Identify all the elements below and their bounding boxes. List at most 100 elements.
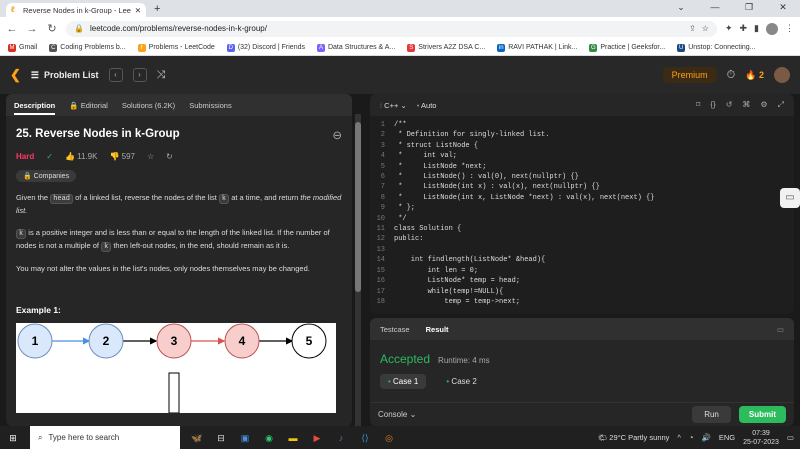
file-explorer-icon[interactable]: ▬ xyxy=(286,431,300,445)
prev-problem-button[interactable]: ‹ xyxy=(108,68,123,82)
submit-button[interactable]: Submit xyxy=(738,406,786,423)
minimize-icon[interactable]: — xyxy=(698,0,732,14)
bookmark-icon[interactable]: ⌑ xyxy=(696,100,700,110)
bookmark-coding-problems[interactable]: C Coding Problems b... xyxy=(49,43,126,52)
line-code: * ListNode(int x, ListNode *next) : val(… xyxy=(394,193,655,202)
tab-testcase[interactable]: Testcase xyxy=(380,325,410,334)
clock-time: 07:39 xyxy=(752,429,770,437)
tab-description[interactable]: Description xyxy=(14,96,56,115)
like-button[interactable]: 👍 11.9K xyxy=(65,152,98,161)
braces-icon[interactable]: {} xyxy=(710,100,715,110)
bookmark-strivers[interactable]: S Strivers A2Z DSA C... xyxy=(407,43,485,52)
streak-count: 2 xyxy=(758,69,764,80)
code-line: 13 xyxy=(370,245,794,255)
music-icon[interactable]: ♪ xyxy=(334,431,348,445)
expand-icon[interactable]: ⤢ xyxy=(778,100,784,110)
bookmark-discord[interactable]: D (32) Discord | Friends xyxy=(226,43,305,52)
companies-label: Companies xyxy=(33,173,70,180)
tab-submissions[interactable]: Submissions xyxy=(189,101,232,110)
browser-tab-strip: ℓ Reverse Nodes in k-Group - Leet ✕ + ⌄ … xyxy=(0,0,800,17)
new-tab-icon[interactable]: + xyxy=(154,3,160,15)
language-indicator[interactable]: ENG xyxy=(719,433,735,442)
likes-count: 11.9K xyxy=(77,152,98,161)
youtube-icon[interactable]: ▶ xyxy=(310,431,324,445)
problem-list-button[interactable]: ☰ Problem List xyxy=(31,70,99,81)
case-1-tab[interactable]: • Case 1 xyxy=(380,374,427,389)
browser-tab[interactable]: ℓ Reverse Nodes in k-Group - Leet ✕ xyxy=(6,3,146,17)
menu-icon[interactable]: ⋮ xyxy=(785,23,794,34)
user-avatar[interactable] xyxy=(774,67,790,83)
bookmark-geeksforgeeks[interactable]: G Practice | Geeksfor... xyxy=(589,43,665,52)
puzzle-icon[interactable]: ✚ xyxy=(740,23,748,34)
clock[interactable]: 07:39 25-07-2023 xyxy=(743,429,779,447)
taskbar-search[interactable]: ⌕ Type here to search xyxy=(30,426,180,449)
problem-description: Given the head of a linked list, reverse… xyxy=(16,192,342,275)
line-number: 15 xyxy=(376,266,385,275)
reset-icon[interactable]: ↺ xyxy=(726,100,733,110)
restore-icon[interactable]: ❐ xyxy=(732,0,766,14)
task-view-icon[interactable]: ⊟ xyxy=(214,431,228,445)
star-icon[interactable]: ☆ xyxy=(702,24,709,33)
companies-button[interactable]: 🔒 Companies xyxy=(16,170,77,182)
auto-mode[interactable]: • Auto xyxy=(417,101,437,110)
tab-solutions[interactable]: Solutions (6.2K) xyxy=(122,101,175,110)
shortcut-icon[interactable]: ⌘ xyxy=(742,100,750,110)
auto-mode-label: Auto xyxy=(421,100,437,110)
timer-icon[interactable]: ⏱ xyxy=(727,69,736,82)
scrollbar-thumb[interactable] xyxy=(355,122,361,292)
favorite-star-icon[interactable]: ☆ xyxy=(147,152,154,161)
store-icon[interactable]: ▣ xyxy=(238,431,252,445)
streak-counter[interactable]: 🔥 2 xyxy=(745,70,764,81)
profile-avatar[interactable] xyxy=(766,22,778,35)
line-number: 2 xyxy=(380,131,385,140)
vscode-icon[interactable]: ⟨⟩ xyxy=(358,431,372,445)
tab-editorial[interactable]: 🔒 Editorial xyxy=(69,101,108,110)
volume-icon[interactable]: 🔊 xyxy=(701,433,710,442)
info-icon[interactable]: ⊖ xyxy=(332,128,342,142)
run-button[interactable]: Run xyxy=(692,406,731,423)
line-code: * struct ListNode { xyxy=(394,141,479,150)
line-number: 7 xyxy=(380,183,385,192)
line-number: 18 xyxy=(376,297,385,306)
dislike-button[interactable]: 👎 597 xyxy=(109,152,135,161)
line-code: while(temp!=NULL){ xyxy=(394,287,504,296)
extension-icon[interactable]: ✦ xyxy=(725,23,733,34)
chevron-down-icon[interactable]: ⌄ xyxy=(664,0,698,14)
console-toggle[interactable]: Console ⌄ xyxy=(378,410,416,419)
forward-icon[interactable]: → xyxy=(26,23,38,35)
tray-chevron-icon[interactable]: ^ xyxy=(677,433,681,442)
url-field[interactable]: 🔒 leetcode.com/problems/reverse-nodes-in… xyxy=(66,20,717,37)
premium-button[interactable]: Premium xyxy=(662,67,717,83)
butterfly-icon[interactable]: 🦋 xyxy=(190,431,204,445)
windows-start-icon[interactable]: ⊞ xyxy=(6,431,20,445)
settings-gear-icon[interactable]: ⚙ xyxy=(760,100,767,110)
chrome-icon[interactable]: ◎ xyxy=(382,431,396,445)
collapse-panel-icon[interactable]: ▭ xyxy=(777,325,784,334)
weather-widget[interactable]: 🌤 29°C Partly sunny xyxy=(598,433,670,442)
close-window-icon[interactable]: ✕ xyxy=(766,0,800,14)
bookmark-dsa[interactable]: A Data Structures & A... xyxy=(316,43,395,52)
case-2-tab[interactable]: • Case 2 xyxy=(438,374,484,389)
code-area[interactable]: 1/** 2 * Definition for singly-linked lis… xyxy=(370,116,794,307)
close-tab-icon[interactable]: ✕ xyxy=(135,6,141,15)
bookmark-gmail[interactable]: M Gmail xyxy=(8,43,37,52)
code-line: 18 temp = temp->next; xyxy=(370,297,794,307)
sidebar-icon[interactable]: ▮ xyxy=(754,23,759,34)
notes-icon[interactable]: ▭ xyxy=(780,188,800,208)
share-link-icon[interactable]: ↻ xyxy=(166,152,173,161)
bookmark-leetcode[interactable]: ℓ Problems - LeetCode xyxy=(137,43,215,52)
network-icon[interactable]: ◔ xyxy=(689,433,694,442)
share-icon[interactable]: ⇪ xyxy=(689,24,696,33)
edge-icon[interactable]: ◉ xyxy=(262,431,276,445)
notification-icon[interactable]: ▭ xyxy=(787,433,794,442)
reload-icon[interactable]: ↻ xyxy=(46,22,58,35)
problem-scrollbar[interactable] xyxy=(355,114,361,426)
tab-result[interactable]: Result xyxy=(426,325,449,334)
leetcode-logo-icon[interactable]: ❮ xyxy=(10,67,21,83)
shuffle-icon[interactable]: ⤨ xyxy=(157,69,166,82)
bookmark-linkedin[interactable]: in RAVI PATHAK | Link... xyxy=(497,43,577,52)
next-problem-button[interactable]: › xyxy=(132,68,147,82)
back-icon[interactable]: ← xyxy=(6,23,18,35)
bookmark-unstop[interactable]: U Unstop: Connecting... xyxy=(677,43,756,52)
language-select[interactable]: ⁞ C++ ⌄ xyxy=(380,101,407,110)
